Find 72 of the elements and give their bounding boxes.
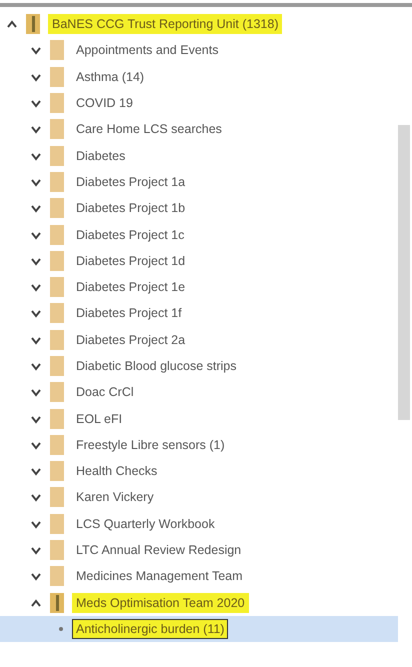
tree-item[interactable]: COVID 19 [72, 93, 137, 114]
tree-item[interactable]: Diabetic Blood glucose strips [72, 356, 240, 376]
chevron-icon[interactable] [30, 545, 42, 556]
tree-item[interactable]: Appointments and Events [72, 40, 222, 60]
tree-item[interactable]: Health Checks [72, 461, 162, 482]
chevron-icon[interactable] [30, 440, 42, 450]
tree-item[interactable]: BaNES CCG Trust Reporting Unit (1318) [48, 14, 282, 34]
folder-icon [50, 172, 64, 192]
folder-icon [50, 356, 64, 376]
bullet-icon [58, 626, 64, 632]
tree-item[interactable]: Diabetes Project 1e [72, 277, 190, 298]
chevron-icon[interactable] [30, 45, 42, 56]
chevron-icon[interactable] [30, 308, 42, 318]
tree-item[interactable]: Anticholinergic burden (11) [72, 618, 228, 639]
folder-icon [50, 303, 64, 324]
chevron-icon[interactable] [30, 571, 42, 582]
chevron-icon[interactable] [30, 361, 42, 371]
folder-icon [50, 93, 64, 114]
tree-item[interactable]: Diabetes Project 1d [72, 250, 190, 271]
folder-icon [50, 592, 64, 613]
tree-item[interactable]: Diabetes Project 1c [72, 224, 188, 245]
tree-item[interactable]: EOL eFI [72, 408, 126, 429]
chevron-icon[interactable] [30, 230, 42, 240]
tree-item[interactable]: LTC Annual Review Redesign [72, 540, 246, 560]
folder-icon [50, 408, 64, 429]
folder-icon [50, 224, 64, 245]
chevron-icon[interactable] [30, 150, 42, 161]
folder-icon [50, 198, 64, 218]
scrollbar-thumb[interactable] [398, 125, 410, 420]
folder-icon [50, 66, 64, 87]
chevron-icon[interactable] [30, 72, 42, 82]
folder-icon [50, 250, 64, 271]
chevron-icon[interactable] [30, 203, 42, 214]
folder-icon [50, 119, 64, 140]
tree-item[interactable]: LCS Quarterly Workbook [72, 514, 219, 534]
tree-item[interactable]: Medicines Management Team [72, 566, 247, 586]
folder-icon [50, 330, 64, 350]
folder-icon [26, 14, 40, 34]
folder-icon [50, 540, 64, 560]
chevron-icon[interactable] [30, 466, 42, 476]
tree-item[interactable]: Asthma (14) [72, 66, 148, 87]
folder-icon [50, 277, 64, 298]
tree-item[interactable]: Karen Vickery [72, 487, 158, 508]
tree-item[interactable]: Diabetes Project 1a [72, 172, 190, 192]
chevron-icon[interactable] [30, 282, 42, 292]
folder-icon [50, 461, 64, 482]
folder-icon [50, 382, 64, 402]
chevron-icon[interactable] [30, 334, 42, 345]
tree-item[interactable]: Diabetes [72, 146, 130, 166]
tree-item[interactable]: Diabetes Project 1b [72, 198, 190, 218]
tree-item[interactable]: Freestyle Libre sensors (1) [72, 434, 229, 455]
tree-item[interactable]: Meds Optimisation Team 2020 [72, 592, 249, 613]
tree-item[interactable]: Diabetes Project 2a [72, 330, 190, 350]
tree-item[interactable]: Doac CrCl [72, 382, 138, 402]
chevron-icon[interactable] [30, 518, 42, 529]
chevron-icon[interactable] [30, 98, 42, 108]
chevron-icon[interactable] [30, 387, 42, 398]
folder-icon [50, 566, 64, 586]
chevron-icon[interactable] [30, 492, 42, 502]
folder-icon [50, 487, 64, 508]
chevron-icon[interactable] [30, 256, 42, 266]
chevron-icon[interactable] [30, 124, 42, 134]
folder-icon [50, 40, 64, 60]
folder-icon [50, 434, 64, 455]
chevron-icon[interactable] [30, 176, 42, 187]
tree-item[interactable]: Care Home LCS searches [72, 119, 226, 140]
chevron-icon[interactable] [30, 414, 42, 424]
chevron-icon[interactable] [30, 598, 42, 608]
folder-icon [50, 146, 64, 166]
tree-item[interactable]: Diabetes Project 1f [72, 303, 186, 324]
folder-icon [50, 514, 64, 534]
chevron-icon[interactable] [6, 19, 18, 30]
